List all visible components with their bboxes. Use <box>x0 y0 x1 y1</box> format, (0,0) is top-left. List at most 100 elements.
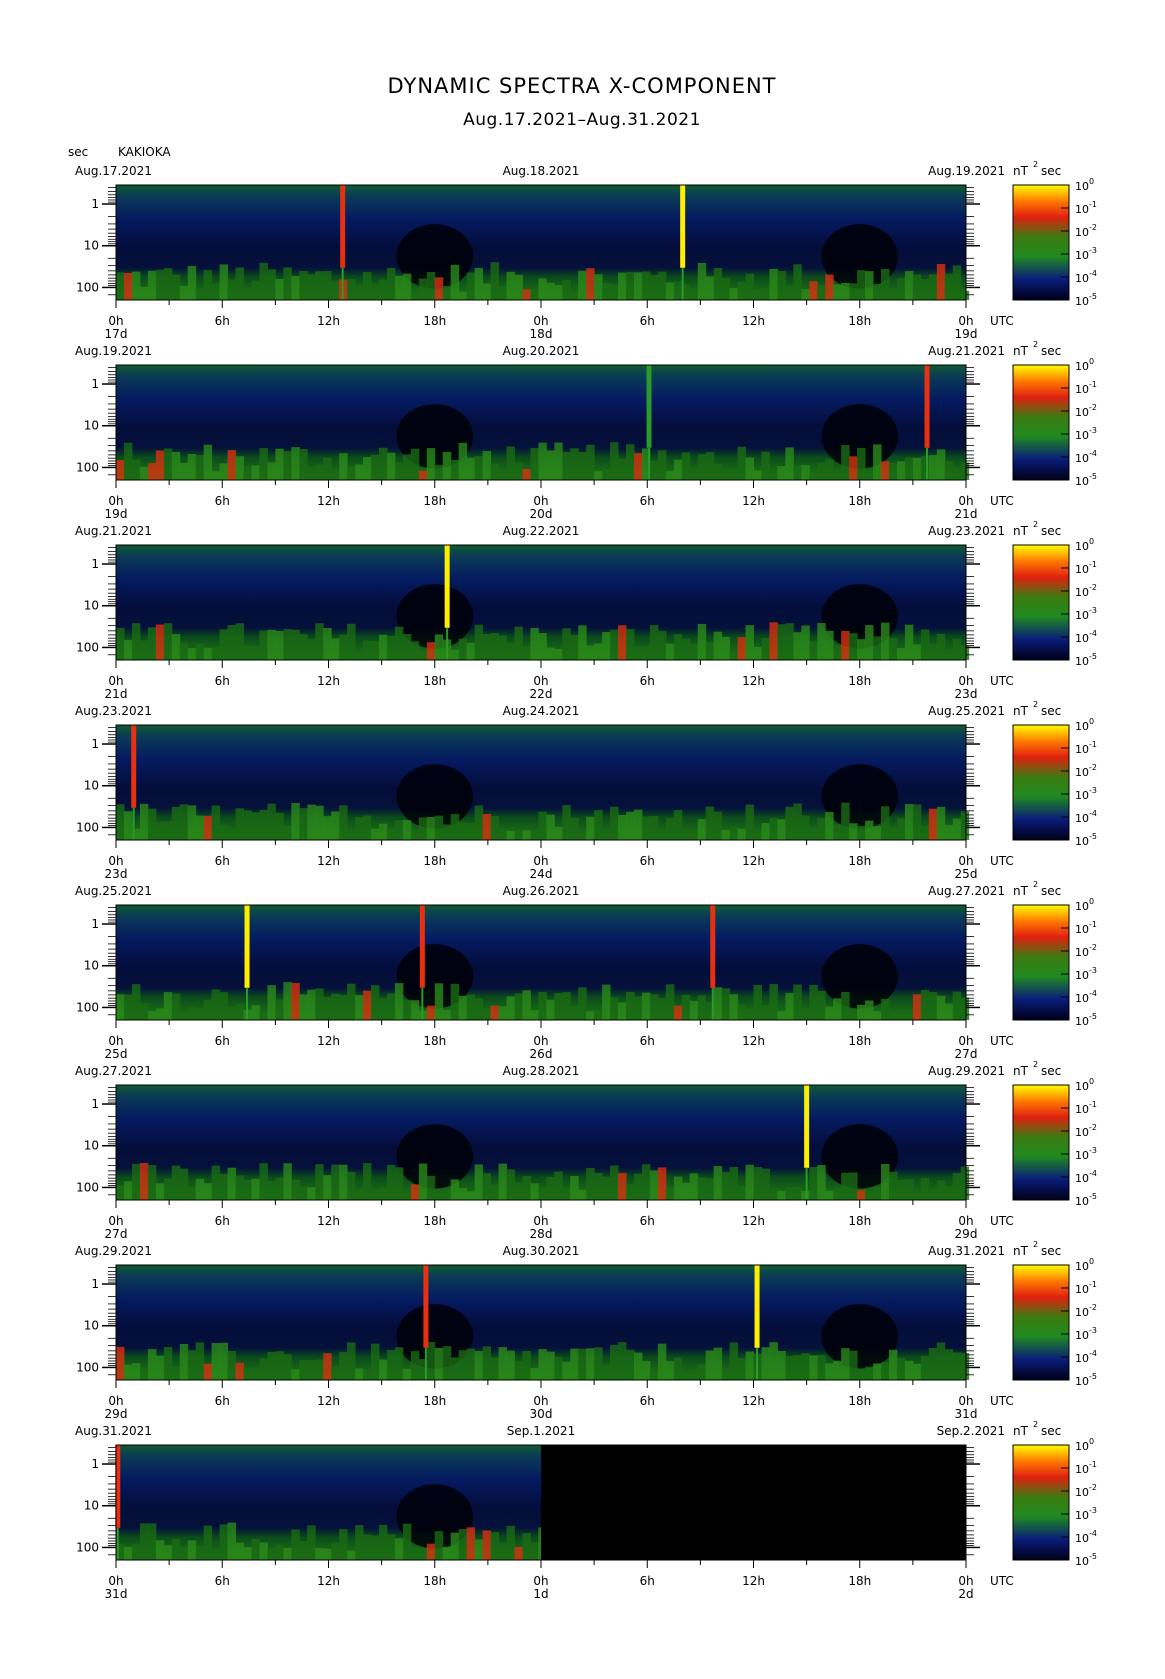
noise-mark <box>283 825 292 840</box>
noise-mark <box>251 645 260 660</box>
noise-mark <box>458 442 468 480</box>
noise-mark <box>697 262 707 300</box>
noise-mark <box>139 466 149 480</box>
noise-mark <box>331 638 340 660</box>
noise-mark <box>928 274 938 300</box>
noise-mark <box>705 1350 715 1380</box>
event-streak <box>340 185 346 268</box>
panel-units-label: nT <box>1013 1424 1029 1438</box>
noise-mark <box>315 1359 324 1380</box>
noise-mark <box>211 1342 221 1380</box>
noise-mark <box>633 272 643 300</box>
day-label: 17d <box>105 327 128 341</box>
day-label: 19d <box>955 327 978 341</box>
noise-mark <box>371 1535 380 1560</box>
noise-mark <box>147 808 157 840</box>
noise-mark <box>315 988 324 1020</box>
noise-mark <box>378 998 388 1020</box>
noise-mark <box>817 1165 826 1200</box>
noise-mark <box>323 457 332 480</box>
noise-mark <box>904 271 914 300</box>
day-label: 23d <box>955 687 978 701</box>
event-tail <box>805 1167 808 1200</box>
day-label: 21d <box>105 687 128 701</box>
y-tick-label: 1 <box>91 737 99 751</box>
spectrum-panel-4: Aug.23.2021 Aug.24.2021 Aug.25.2021 nT 2 sec 1… <box>75 700 1097 881</box>
noise-mark <box>817 990 826 1020</box>
noise-mark <box>267 985 276 1020</box>
noise-mark <box>123 1181 133 1200</box>
noise-mark <box>458 638 468 660</box>
noise-mark <box>355 817 364 840</box>
panel-right-date: Aug.29.2021 <box>928 1064 1005 1078</box>
noise-mark <box>554 648 563 660</box>
noise-mark <box>251 1538 260 1560</box>
noise-mark <box>817 623 826 660</box>
y-unit-label: sec <box>68 145 88 159</box>
noise-mark <box>410 831 420 840</box>
noise-mark <box>578 1189 587 1200</box>
noise-mark <box>434 277 444 300</box>
noise-mark <box>155 1183 165 1200</box>
noise-mark <box>410 448 420 480</box>
noise-mark <box>267 629 276 660</box>
noise-mark <box>865 1000 874 1020</box>
panel-right-date: Aug.25.2021 <box>928 704 1005 718</box>
noise-mark <box>538 1349 547 1380</box>
noise-mark <box>195 288 205 300</box>
noise-mark <box>530 289 539 300</box>
noise-mark <box>506 1350 515 1380</box>
noise-mark <box>657 630 667 660</box>
noise-mark <box>426 1543 436 1560</box>
noise-mark <box>522 1533 531 1560</box>
colorbar <box>1012 1084 1070 1201</box>
noise-mark <box>275 278 284 300</box>
noise-mark <box>594 1011 603 1020</box>
x-tick-label: 0h <box>108 314 123 328</box>
noise-mark <box>809 641 818 660</box>
colorbar-tick-label: 10 <box>1075 1440 1089 1453</box>
panel-mid-date: Aug.30.2021 <box>503 1244 580 1258</box>
colorbar-tick-label: 10 <box>1075 1375 1089 1388</box>
x-tick-label: 12h <box>742 854 765 868</box>
noise-mark <box>522 1175 531 1200</box>
noise-mark <box>474 998 484 1020</box>
noise-mark <box>203 1183 213 1200</box>
panel-units-suffix: sec <box>1041 704 1061 718</box>
noise-mark <box>729 1167 739 1200</box>
colorbar-tick-exp: 0 <box>1089 357 1094 366</box>
noise-mark <box>275 1351 284 1380</box>
noise-mark <box>952 467 962 480</box>
noise-mark <box>833 284 842 300</box>
noise-mark <box>123 994 133 1020</box>
noise-mark <box>235 1362 244 1380</box>
noise-mark <box>331 1164 340 1200</box>
noise-mark <box>243 810 252 840</box>
noise-mark <box>347 279 356 300</box>
noise-mark <box>633 647 643 660</box>
noise-mark <box>673 1176 683 1200</box>
noise-mark <box>530 831 539 840</box>
noise-mark <box>386 635 396 660</box>
noise-mark <box>602 984 611 1020</box>
noise-mark <box>849 633 858 660</box>
noise-mark <box>522 830 531 840</box>
noise-mark <box>386 1534 396 1560</box>
noise-mark <box>649 274 659 300</box>
colorbar-tick-label: 10 <box>1075 1195 1089 1208</box>
noise-mark <box>618 1002 627 1020</box>
noise-mark <box>554 284 563 300</box>
noise-mark <box>873 826 882 840</box>
noise-mark <box>498 635 507 660</box>
noise-mark <box>466 1191 476 1200</box>
noise-mark <box>299 808 308 840</box>
noise-mark <box>259 1542 268 1560</box>
colorbar-tick-label: 10 <box>1075 1352 1089 1365</box>
noise-mark <box>912 644 922 660</box>
noise-mark <box>785 1187 794 1200</box>
noise-mark <box>394 1538 404 1560</box>
noise-mark <box>243 1547 252 1560</box>
noise-mark <box>116 1346 125 1380</box>
colorbar-tick-label: 10 <box>1075 1015 1089 1028</box>
noise-mark <box>506 642 515 660</box>
